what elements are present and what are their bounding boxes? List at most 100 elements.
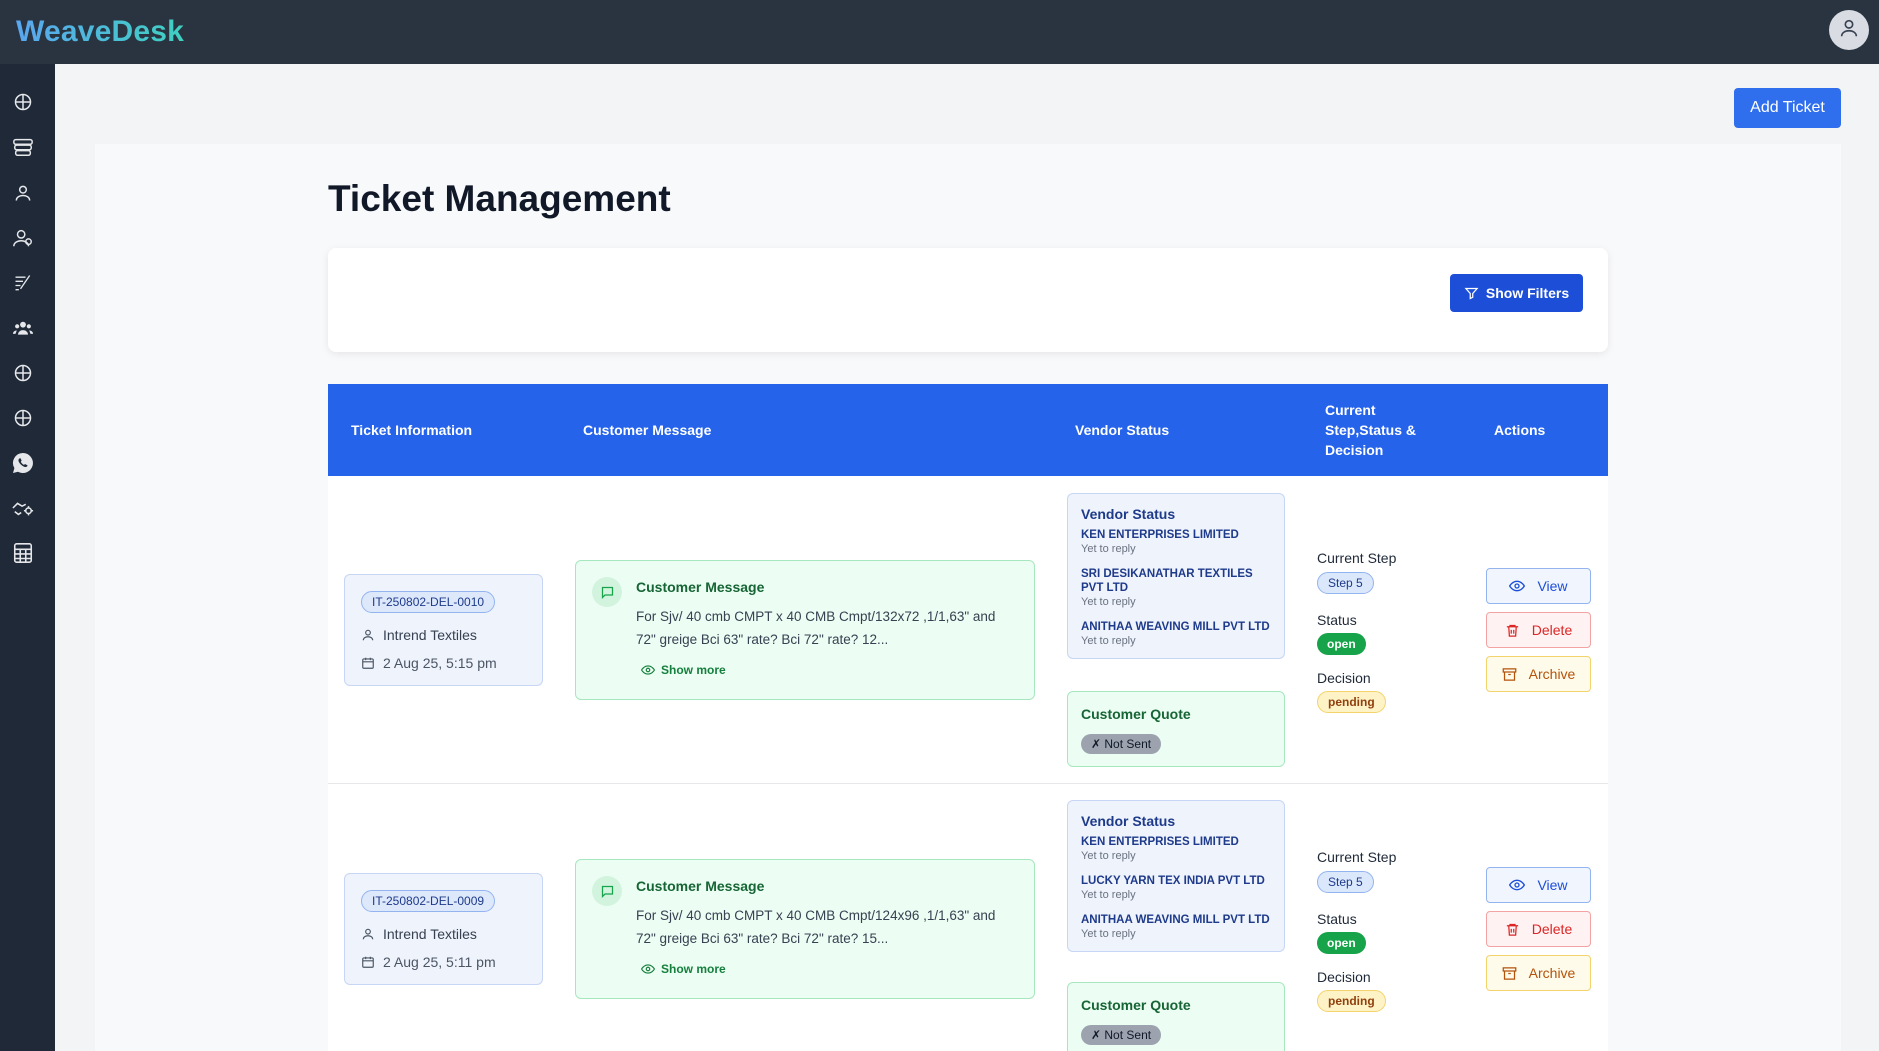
- ticket-info-card: IT-250802-DEL-0009 Intrend Textiles 2 Au…: [344, 873, 543, 985]
- col-customer-message: Customer Message: [583, 421, 712, 438]
- grid-icon: [14, 364, 32, 382]
- vendor-name: ANITHAA WEAVING MILL PVT LTD: [1081, 914, 1270, 926]
- col-current-step: Current Step,Status & Decision: [1325, 401, 1417, 459]
- archive-label: Archive: [1528, 666, 1576, 682]
- show-filters-label: Show Filters: [1485, 285, 1570, 301]
- calendar-icon: [362, 657, 374, 669]
- col-ticket-information: Ticket Information: [351, 421, 473, 438]
- filter-card: Show Filters: [328, 248, 1608, 352]
- archive-icon: [1502, 667, 1517, 681]
- archive-label: Archive: [1528, 965, 1576, 981]
- quote-status-badge: ✗ Not Sent: [1081, 1025, 1162, 1045]
- sidebar-item-grid-2[interactable]: [11, 406, 35, 430]
- ticket-customer: Intrend Textiles: [361, 627, 477, 643]
- decision-label: Decision: [1317, 670, 1371, 686]
- ticket-id-badge[interactable]: IT-250802-DEL-0009: [361, 890, 496, 912]
- filter-icon: [1464, 287, 1479, 300]
- ticket-date: 2 Aug 25, 5:15 pm: [361, 655, 497, 671]
- ticket-id-badge[interactable]: IT-250802-DEL-0010: [361, 591, 496, 613]
- sidebar-item-whatsapp[interactable]: [11, 451, 35, 475]
- customer-name: Intrend Textiles: [383, 926, 477, 942]
- sidebar-item-edit-list[interactable]: [11, 271, 35, 295]
- table-row: IT-250802-DEL-0009 Intrend Textiles 2 Au…: [328, 784, 1608, 1051]
- view-label: View: [1537, 877, 1568, 893]
- brand-logo[interactable]: WeaveDesk: [16, 15, 184, 49]
- table-row: IT-250802-DEL-0010 Intrend Textiles 2 Au…: [328, 476, 1608, 783]
- vendor-reply-status: Yet to reply: [1081, 543, 1136, 555]
- sidebar-item-user[interactable]: [11, 181, 35, 205]
- quote-status-badge: ✗ Not Sent: [1081, 734, 1162, 754]
- whatsapp-icon: [13, 453, 33, 473]
- show-more-label: Show more: [661, 962, 726, 976]
- vendor-name: ANITHAA WEAVING MILL PVT LTD: [1081, 621, 1270, 633]
- decision-badge: pending: [1317, 990, 1386, 1012]
- delete-label: Delete: [1531, 921, 1573, 937]
- user-icon: [1838, 17, 1860, 44]
- step-badge: Step 5: [1317, 871, 1374, 893]
- show-more-link[interactable]: Show more: [641, 663, 726, 677]
- message-icon: [592, 577, 622, 607]
- eye-icon: [641, 964, 655, 974]
- user-icon: [15, 185, 31, 201]
- dashboard-icon: [14, 93, 32, 111]
- sidebar-item-inventory[interactable]: [11, 135, 35, 159]
- view-button[interactable]: View: [1486, 568, 1591, 604]
- vendor-name: LUCKY YARN TEX INDIA PVT LTD: [1081, 875, 1265, 887]
- grid-icon: [14, 409, 32, 427]
- page-title: Ticket Management: [328, 178, 671, 219]
- sidebar-item-grid-1[interactable]: [11, 361, 35, 385]
- edit-list-icon: [15, 275, 31, 291]
- ticket-date: 2 Aug 25, 5:11 pm: [361, 954, 496, 970]
- handshake-settings-icon: [12, 502, 34, 516]
- vendor-status-title: Vendor Status: [1081, 813, 1176, 829]
- customer-quote-title: Customer Quote: [1081, 706, 1191, 722]
- customer-quote-title: Customer Quote: [1081, 997, 1191, 1013]
- archive-button[interactable]: Archive: [1486, 955, 1591, 991]
- customer-message-title: Customer Message: [636, 579, 765, 595]
- inventory-icon: [13, 138, 33, 156]
- status-badge: open: [1317, 633, 1366, 655]
- current-step-label: Current Step: [1317, 849, 1397, 865]
- user-icon: [362, 629, 374, 641]
- customer-message-card: Customer Message For Sjv/ 40 cmb CMPT x …: [575, 859, 1035, 999]
- vendor-name: KEN ENTERPRISES LIMITED: [1081, 836, 1239, 848]
- ticket-date-text: 2 Aug 25, 5:11 pm: [383, 954, 496, 970]
- users-icon: [13, 229, 32, 247]
- show-more-link[interactable]: Show more: [641, 962, 726, 976]
- trash-icon: [1506, 624, 1518, 637]
- ticket-info-card: IT-250802-DEL-0010 Intrend Textiles 2 Au…: [344, 574, 543, 686]
- sidebar-item-users[interactable]: [11, 226, 35, 250]
- archive-icon: [1502, 966, 1517, 980]
- vendor-name: SRI DESIKANATHAR TEXTILES PVT LTD: [1081, 568, 1253, 594]
- status-label: Status: [1317, 612, 1357, 628]
- user-icon: [362, 928, 374, 940]
- add-ticket-button[interactable]: Add Ticket: [1734, 88, 1841, 128]
- delete-button[interactable]: Delete: [1486, 911, 1591, 947]
- show-more-label: Show more: [661, 663, 726, 677]
- ticket-table: Ticket Information Customer Message Vend…: [328, 384, 1608, 1051]
- table-header: Ticket Information Customer Message Vend…: [328, 384, 1608, 476]
- eye-icon: [1509, 580, 1526, 592]
- customer-message-title: Customer Message: [636, 878, 765, 894]
- calendar-icon: [362, 956, 374, 968]
- vendor-status-card: Vendor Status KEN ENTERPRISES LIMITED Ye…: [1067, 493, 1285, 659]
- top-bar: WeaveDesk: [0, 0, 1879, 64]
- sidebar-item-dashboard[interactable]: [11, 90, 35, 114]
- view-button[interactable]: View: [1486, 867, 1591, 903]
- delete-label: Delete: [1531, 622, 1573, 638]
- customer-quote-card: Customer Quote ✗ Not Sent: [1067, 691, 1285, 767]
- ticket-date-text: 2 Aug 25, 5:15 pm: [383, 655, 497, 671]
- sidebar-item-deals[interactable]: [11, 496, 35, 520]
- sidebar-item-calculator[interactable]: [11, 541, 35, 565]
- team-icon: [13, 321, 33, 335]
- eye-icon: [641, 665, 655, 675]
- view-label: View: [1537, 578, 1568, 594]
- customer-message-text: For Sjv/ 40 cmb CMPT x 40 CMB Cmpt/132x7…: [636, 609, 996, 647]
- user-avatar[interactable]: [1829, 10, 1869, 50]
- sidebar-item-team[interactable]: [11, 316, 35, 340]
- delete-button[interactable]: Delete: [1486, 612, 1591, 648]
- vendor-reply-status: Yet to reply: [1081, 889, 1136, 901]
- vendor-status-title: Vendor Status: [1081, 506, 1176, 522]
- archive-button[interactable]: Archive: [1486, 656, 1591, 692]
- show-filters-button[interactable]: Show Filters: [1450, 274, 1583, 312]
